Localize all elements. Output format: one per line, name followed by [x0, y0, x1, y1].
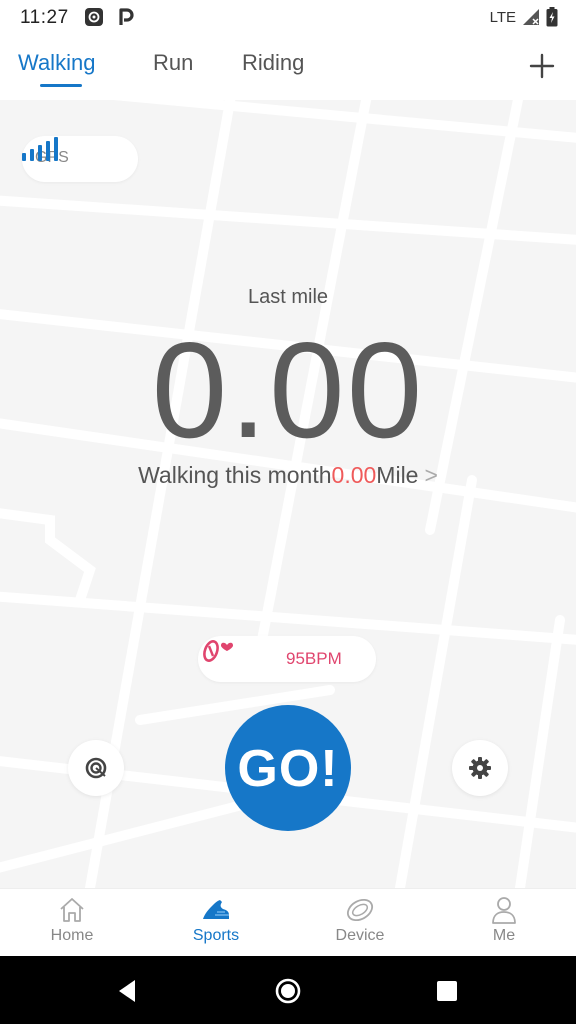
nav-sports[interactable]: Sports [144, 889, 288, 957]
app-notification-icon [85, 8, 103, 26]
heart-rate-badge[interactable]: 95BPM [198, 636, 376, 682]
nav-home-label: Home [50, 927, 94, 944]
status-time: 11:27 [20, 7, 69, 28]
recents-icon[interactable] [432, 976, 462, 1006]
status-bar: 11:27 LTE [0, 0, 576, 36]
person-icon [492, 897, 516, 924]
gear-icon [469, 757, 491, 779]
last-mile-label: Last mile [247, 286, 329, 308]
nav-device-label: Device [335, 927, 385, 944]
tab-run[interactable]: Run [153, 50, 193, 76]
back-icon[interactable] [113, 976, 143, 1006]
nav-sports-label: Sports [192, 927, 240, 944]
go-label: GO! [237, 740, 339, 798]
nav-me-label: Me [492, 927, 516, 944]
plus-icon[interactable] [526, 50, 558, 82]
active-tab-indicator [40, 84, 82, 87]
month-value: 0.00 [331, 462, 377, 488]
network-type: LTE [489, 8, 516, 26]
tab-riding[interactable]: Riding [242, 50, 304, 76]
home-button-icon[interactable] [273, 976, 303, 1006]
band-icon [346, 898, 374, 922]
chevron-right-icon: > [424, 462, 438, 488]
nav-me[interactable]: Me [432, 889, 576, 957]
gps-status: GPS [22, 136, 138, 182]
bottom-navigation: Home Sports Device Me [0, 888, 576, 956]
status-indicators: LTE [490, 7, 558, 27]
system-navigation-bar [0, 956, 576, 1024]
battery-icon [546, 7, 558, 27]
route-target-button[interactable] [68, 740, 124, 796]
month-prefix: Walking this month [138, 462, 332, 488]
shoe-icon [203, 900, 229, 919]
month-unit: Mile [376, 462, 419, 488]
distance-value: 0.00 [151, 314, 425, 466]
signal-icon [523, 9, 539, 25]
target-icon [85, 757, 107, 779]
heart-rate-value: 95BPM [286, 649, 342, 668]
monthly-summary[interactable]: Walking this month0.00Mile > [0, 462, 576, 489]
gps-signal-icon [22, 137, 58, 161]
tab-walking[interactable]: Walking [18, 50, 95, 76]
parking-icon [119, 8, 134, 25]
go-button[interactable]: GO! [225, 705, 351, 831]
map-view[interactable]: GPS Last mile 0.00 Walking this month0.0… [0, 100, 576, 888]
band-heart-icon [203, 640, 233, 662]
nav-device[interactable]: Device [288, 889, 432, 957]
nav-home[interactable]: Home [0, 889, 144, 957]
sport-type-tabs: Walking Run Riding [0, 36, 576, 100]
home-icon [60, 898, 84, 922]
settings-button[interactable] [452, 740, 508, 796]
